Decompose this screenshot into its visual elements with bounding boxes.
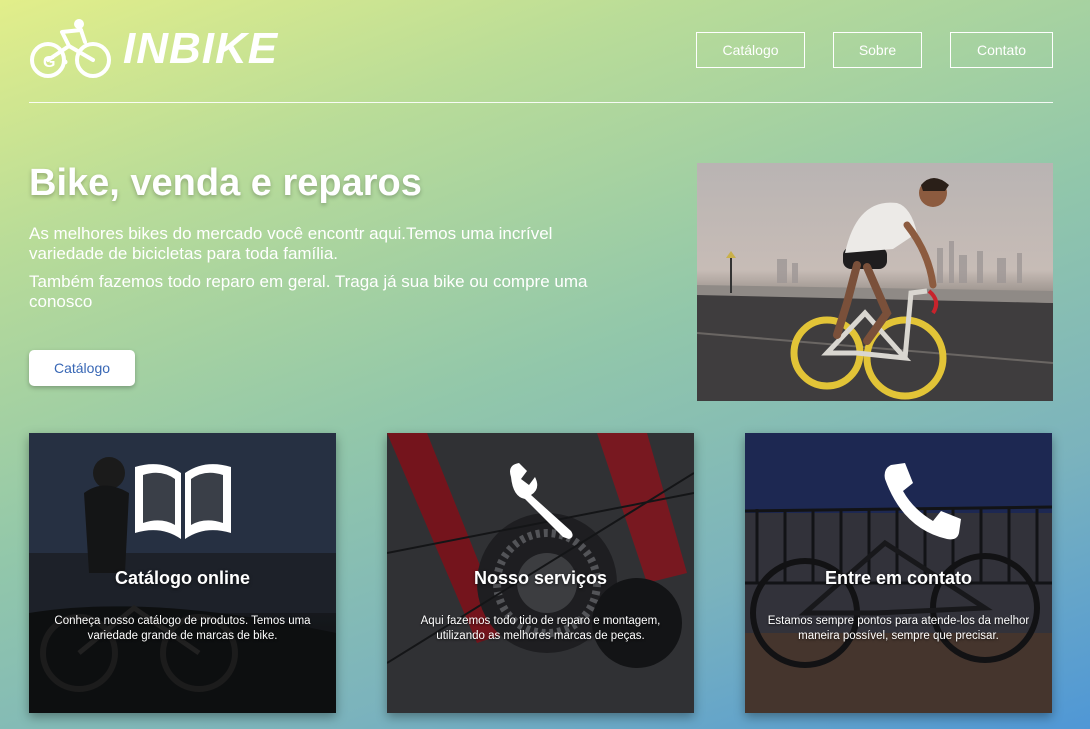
main-nav: Catálogo Sobre Contato bbox=[696, 32, 1053, 68]
phone-icon bbox=[884, 463, 962, 540]
hero-title: Bike, venda e reparos bbox=[29, 162, 422, 204]
brand-logo[interactable]: G INBIKE bbox=[29, 18, 278, 80]
hero-paragraph-2: Também fazemos todo reparo em geral. Tra… bbox=[29, 272, 588, 311]
brand-name: INBIKE bbox=[123, 24, 279, 73]
card-contact-title: Entre em contato bbox=[824, 568, 973, 588]
book-icon bbox=[134, 464, 231, 539]
card-catalog[interactable]: Catálogo online Conheça nosso catálogo d… bbox=[29, 433, 336, 713]
header-divider bbox=[29, 102, 1053, 103]
nav-sobre-button[interactable]: Sobre bbox=[833, 32, 922, 68]
card-contact[interactable]: Entre em contato Estamos sempre pontos p… bbox=[745, 433, 1052, 713]
hero-catalog-button[interactable]: Catálogo bbox=[29, 350, 135, 386]
card-catalog-text: Conheça nosso catálogo de produtos. Temo… bbox=[54, 615, 311, 642]
wrench-icon bbox=[509, 463, 573, 539]
card-catalog-title: Catálogo online bbox=[115, 568, 250, 588]
nav-contato-button[interactable]: Contato bbox=[950, 32, 1053, 68]
site-header: G INBIKE Catálogo Sobre Contato bbox=[29, 18, 1053, 103]
card-services-title: Nosso serviços bbox=[473, 568, 608, 588]
card-services-text: Aqui fazemos todo tido de reparo e monta… bbox=[420, 615, 661, 642]
cyclist-go-icon: G bbox=[30, 19, 111, 78]
hero-cyclist-photo bbox=[697, 163, 1053, 401]
nav-catalogo-button[interactable]: Catálogo bbox=[696, 32, 805, 68]
hero-paragraph-1: As melhores bikes do mercado você encont… bbox=[29, 224, 553, 263]
card-contact-text: Estamos sempre pontos para atende-los da… bbox=[767, 615, 1030, 642]
svg-text:G: G bbox=[43, 54, 55, 71]
card-services[interactable]: Nosso serviços Aqui fazemos todo tido de… bbox=[387, 433, 694, 713]
